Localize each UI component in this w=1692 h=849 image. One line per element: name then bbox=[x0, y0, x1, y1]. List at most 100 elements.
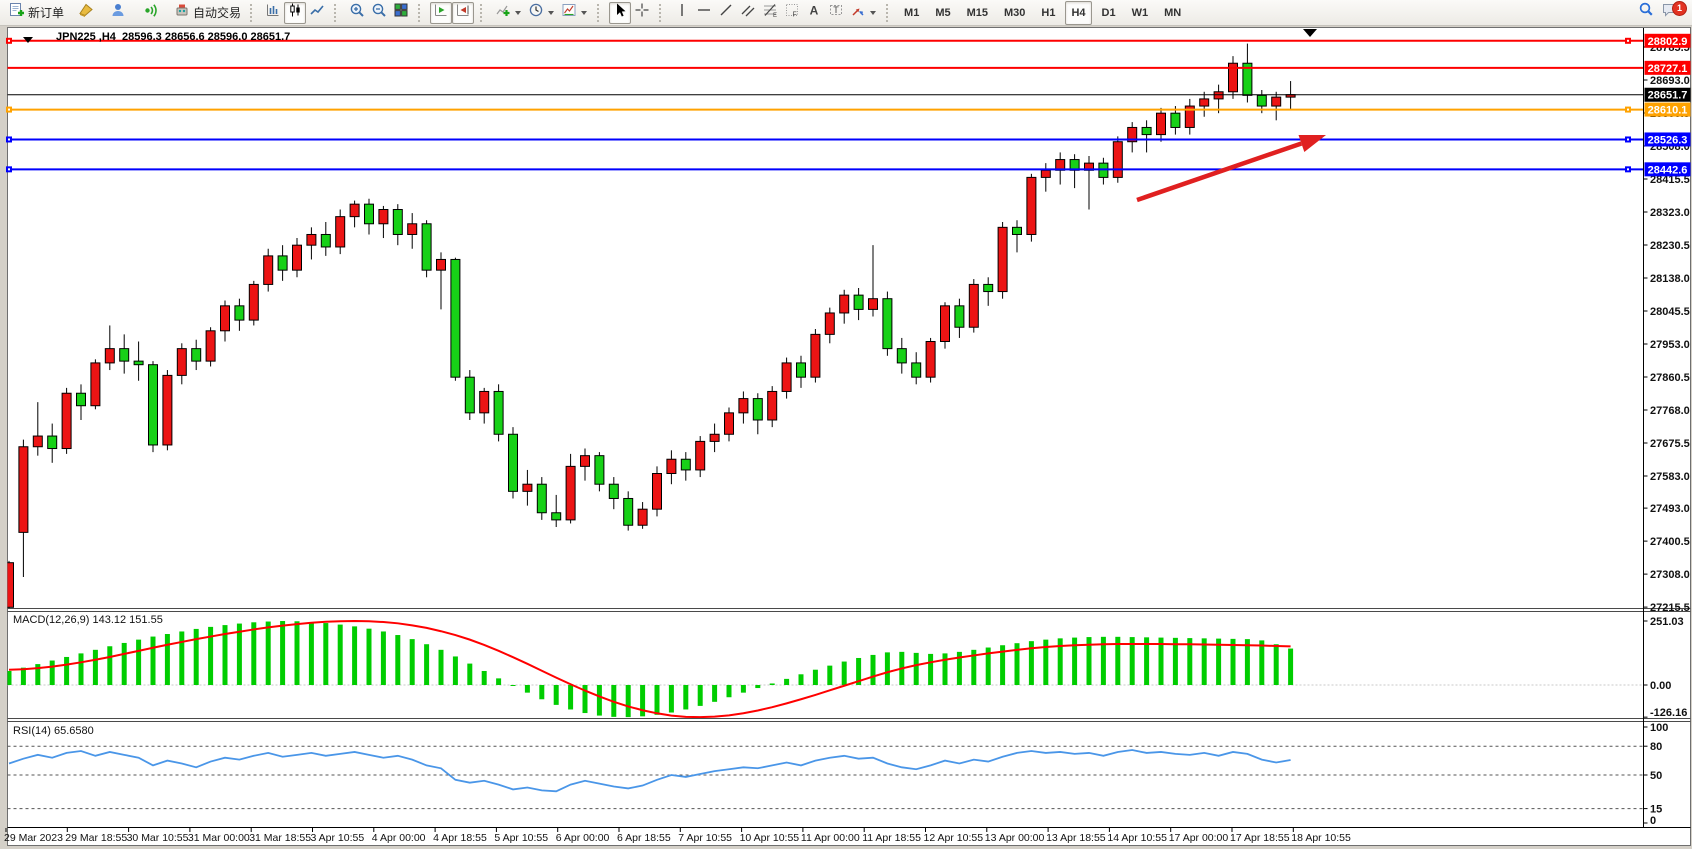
text-label-button[interactable]: T bbox=[825, 2, 847, 24]
macd-histogram-bar bbox=[698, 685, 703, 706]
new-order-icon bbox=[9, 2, 25, 23]
candle-bear bbox=[883, 299, 892, 349]
candle-bull bbox=[480, 391, 489, 412]
line-chart-button[interactable] bbox=[306, 2, 328, 24]
macd-histogram-bar bbox=[597, 685, 602, 716]
fibonacci-button[interactable]: E bbox=[759, 2, 781, 24]
candle-bull bbox=[782, 363, 791, 392]
candle-bull bbox=[91, 363, 100, 406]
templates-button[interactable] bbox=[558, 2, 591, 24]
line-handle-center bbox=[1627, 109, 1629, 111]
cursor-button[interactable] bbox=[609, 2, 631, 24]
timeframe-button-h4[interactable]: H4 bbox=[1065, 1, 1091, 25]
crosshair-button[interactable] bbox=[631, 2, 653, 24]
candle-bear bbox=[984, 284, 993, 291]
trend-arrow-shaft[interactable] bbox=[1137, 143, 1301, 200]
zoom-in-button[interactable] bbox=[346, 2, 368, 24]
trend-arrow-head[interactable] bbox=[1298, 135, 1326, 152]
price-badge-text: 28802.9 bbox=[1648, 36, 1688, 48]
timeframe-button-mn[interactable]: MN bbox=[1158, 1, 1187, 25]
timeframe-button-d1[interactable]: D1 bbox=[1096, 1, 1122, 25]
tile-windows-button[interactable] bbox=[390, 2, 412, 24]
svg-text:A: A bbox=[810, 4, 819, 18]
line-handle-center bbox=[1627, 40, 1629, 42]
candle-bull bbox=[941, 306, 950, 342]
timeframe-button-m1[interactable]: M1 bbox=[898, 1, 925, 25]
macd-histogram-bar bbox=[1259, 640, 1264, 685]
clock-icon bbox=[528, 2, 544, 23]
macd-histogram-bar bbox=[914, 653, 919, 685]
zoom-out-button[interactable] bbox=[368, 2, 390, 24]
candle-bull bbox=[566, 466, 575, 520]
candlestick-chart-button[interactable] bbox=[284, 2, 306, 24]
auto-trading-button[interactable]: 自动交易 bbox=[171, 2, 244, 24]
candle-bear bbox=[48, 436, 57, 448]
candle-bear bbox=[77, 393, 86, 405]
macd-histogram-bar bbox=[871, 655, 876, 685]
trendline-button[interactable] bbox=[715, 2, 737, 24]
macd-histogram-bar bbox=[568, 685, 573, 709]
horizontal-line-button[interactable] bbox=[693, 2, 715, 24]
timeframe-button-w1[interactable]: W1 bbox=[1126, 1, 1155, 25]
chat-button[interactable]: 1 bbox=[1658, 2, 1682, 24]
candle-bull bbox=[523, 484, 532, 491]
arrows-button[interactable] bbox=[847, 2, 880, 24]
candle-bull bbox=[581, 456, 590, 467]
line-handle-center bbox=[8, 168, 10, 170]
tile-windows-icon bbox=[393, 2, 409, 23]
timeframe-button-h1[interactable]: H1 bbox=[1035, 1, 1061, 25]
new-order-button[interactable]: 新订单 bbox=[6, 2, 67, 24]
periods-button[interactable] bbox=[525, 2, 558, 24]
toolbar-separator bbox=[597, 4, 605, 22]
candle-bear bbox=[278, 256, 287, 270]
macd-histogram-bar bbox=[381, 631, 386, 685]
text-label-icon: T bbox=[828, 2, 844, 23]
signals-button[interactable] bbox=[139, 2, 161, 24]
candle-bear bbox=[422, 224, 431, 270]
candle-bull bbox=[163, 375, 172, 445]
macd-histogram-bar bbox=[410, 639, 415, 685]
candle-bull bbox=[293, 245, 302, 270]
timeframe-button-m5[interactable]: M5 bbox=[929, 1, 956, 25]
price-tick-label: 28138.0 bbox=[1650, 273, 1690, 285]
text-button[interactable]: A bbox=[803, 2, 825, 24]
dropdown-caret-icon bbox=[581, 11, 587, 18]
date-label: 13 Apr 18:55 bbox=[1046, 832, 1106, 844]
bar-chart-button[interactable] bbox=[262, 2, 284, 24]
indicators-button[interactable] bbox=[492, 2, 525, 24]
vertical-line-button[interactable] bbox=[671, 2, 693, 24]
candle-bull bbox=[869, 299, 878, 310]
macd-histogram-bar bbox=[511, 685, 516, 686]
line-handle-center bbox=[8, 109, 10, 111]
metaeditor-button[interactable] bbox=[75, 2, 97, 24]
line-chart-icon bbox=[309, 2, 325, 23]
auto-scroll-button[interactable] bbox=[430, 2, 452, 24]
rsi-line bbox=[9, 750, 1291, 791]
candle-bear bbox=[1142, 127, 1151, 134]
candle-bear bbox=[955, 306, 964, 327]
rsi-scale-label: 15 bbox=[1650, 804, 1662, 816]
grid-button[interactable]: F bbox=[781, 2, 803, 24]
candle-bull bbox=[62, 393, 71, 448]
candle-bear bbox=[1257, 95, 1266, 106]
arrows-icon bbox=[850, 2, 866, 23]
line-handle-center bbox=[1627, 168, 1629, 170]
search-button[interactable] bbox=[1634, 2, 1658, 24]
macd-histogram-bar bbox=[323, 623, 328, 685]
svg-text:F: F bbox=[793, 12, 797, 19]
toolbar-separator bbox=[334, 4, 342, 22]
candle-bull bbox=[1214, 92, 1223, 99]
community-button[interactable] bbox=[107, 2, 129, 24]
channel-button[interactable] bbox=[737, 2, 759, 24]
gold-prism-icon bbox=[78, 2, 94, 23]
timeframe-button-m30[interactable]: M30 bbox=[998, 1, 1031, 25]
candle-bear bbox=[120, 349, 129, 361]
candle-bear bbox=[321, 234, 330, 246]
date-label: 6 Apr 00:00 bbox=[556, 832, 610, 844]
macd-histogram-bar bbox=[165, 634, 170, 685]
macd-histogram-bar bbox=[885, 652, 890, 685]
macd-histogram-bar bbox=[50, 661, 55, 685]
chart-shift-button[interactable] bbox=[452, 2, 474, 24]
candle-bull bbox=[408, 224, 417, 235]
timeframe-button-m15[interactable]: M15 bbox=[961, 1, 994, 25]
